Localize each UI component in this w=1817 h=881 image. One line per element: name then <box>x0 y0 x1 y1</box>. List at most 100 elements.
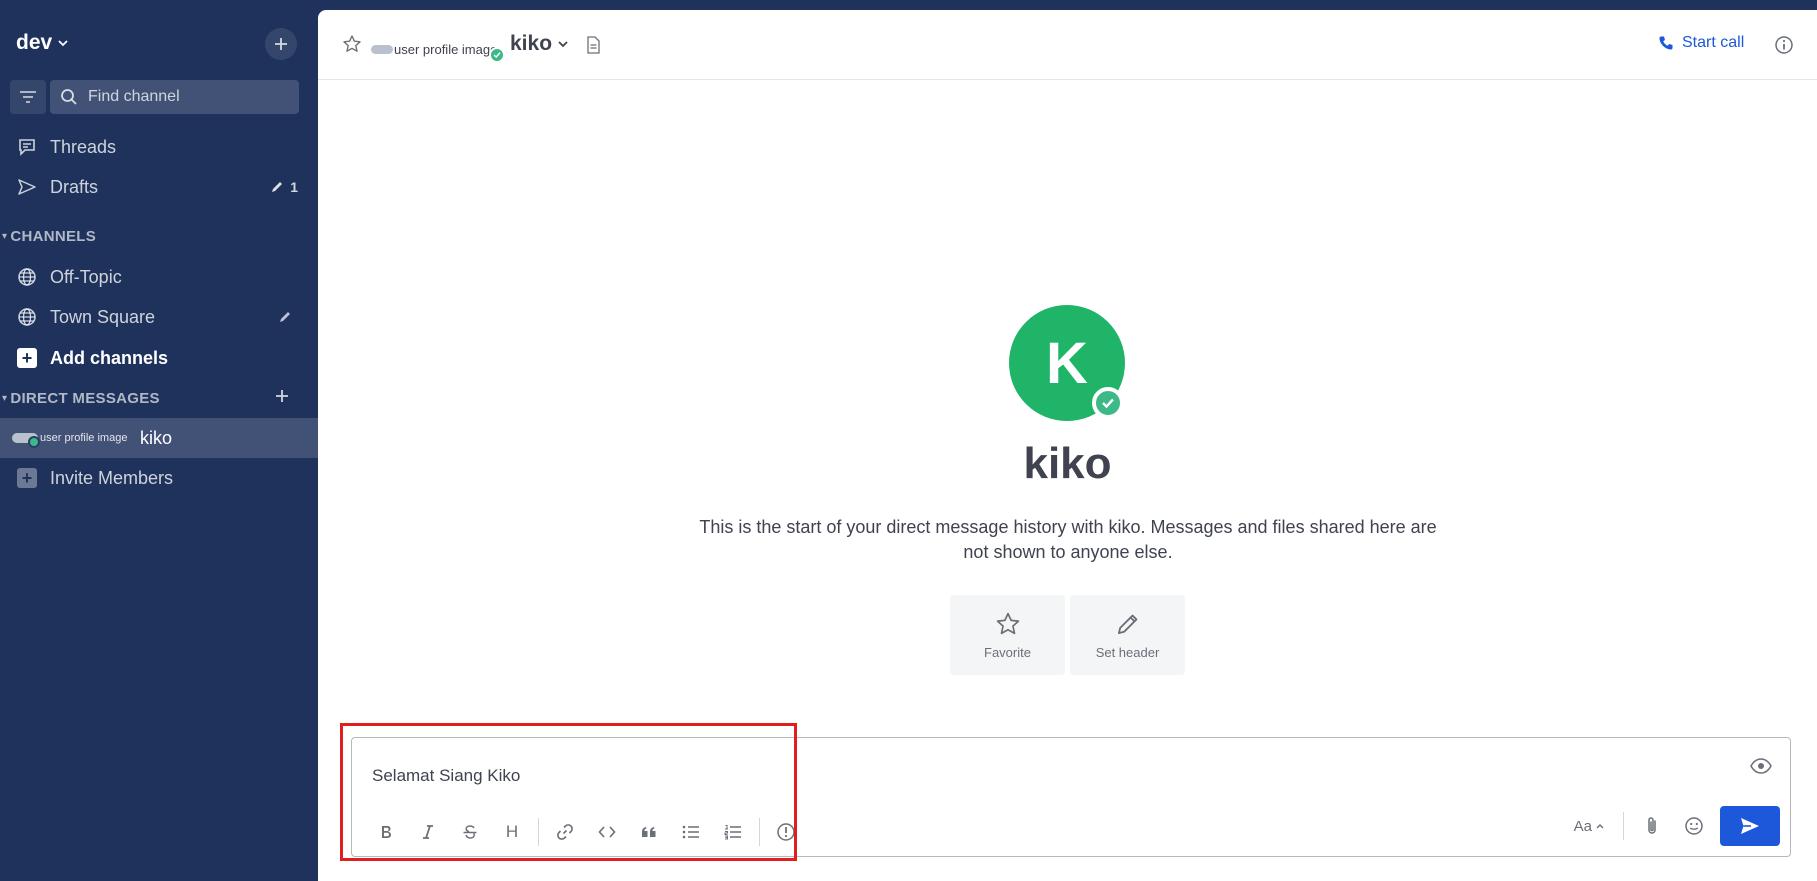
bold-icon <box>382 826 391 838</box>
message-composer[interactable]: Selamat Siang Kiko H Aa <box>351 737 1791 857</box>
sidebar-item-threads[interactable]: Threads <box>0 127 318 167</box>
alert-circle-icon <box>777 823 795 841</box>
sidebar-item-label: Threads <box>50 136 117 157</box>
create-new-button[interactable] <box>265 28 297 60</box>
code-button[interactable] <box>591 816 623 848</box>
start-call-button[interactable]: Start call <box>1658 34 1744 52</box>
bold-button[interactable] <box>370 816 402 848</box>
favorite-label: Favorite <box>984 644 1031 660</box>
avatar-image <box>371 44 393 54</box>
smiley-icon <box>1685 817 1703 835</box>
link-icon <box>557 824 573 840</box>
caret-down-icon: ▾ <box>2 392 8 404</box>
online-status-icon <box>489 47 505 63</box>
avatar-letter: K <box>1046 330 1088 396</box>
threads-icon <box>16 136 38 158</box>
pencil-icon <box>1117 614 1137 634</box>
italic-icon <box>423 825 433 839</box>
chevron-up-icon <box>1596 824 1604 829</box>
divider <box>1623 812 1624 840</box>
channel-name-button[interactable]: kiko <box>510 32 570 56</box>
team-name: dev <box>16 31 53 54</box>
channel-files-button[interactable] <box>586 36 600 59</box>
attach-file-button[interactable] <box>1636 810 1668 842</box>
globe-icon <box>16 306 38 328</box>
edit-channel-button[interactable] <box>278 310 298 324</box>
search-icon <box>61 89 77 105</box>
link-button[interactable] <box>549 816 581 848</box>
composer-tools: Aa <box>1574 806 1780 846</box>
globe-icon <box>16 266 38 288</box>
set-header-label: Set header <box>1095 644 1160 660</box>
set-header-button[interactable]: Set header <box>1070 595 1185 675</box>
sidebar-item-label: Town Square <box>50 306 156 327</box>
numbered-list-button[interactable] <box>717 816 749 848</box>
phone-icon <box>1659 36 1673 50</box>
channel-header: user profile image kiko Start call <box>318 10 1817 80</box>
quote-icon <box>642 827 656 837</box>
channels-section-title: CHANNELS <box>10 227 97 245</box>
pencil-icon <box>280 312 290 322</box>
preview-toggle-button[interactable] <box>1750 758 1772 779</box>
add-channels-label: Add channels <box>50 347 169 368</box>
strikethrough-icon <box>463 825 477 839</box>
start-call-label: Start call <box>1682 34 1745 51</box>
info-icon <box>1775 36 1793 54</box>
direct-messages-section-header[interactable]: ▾ DIRECT MESSAGES <box>0 386 318 410</box>
channels-section-header[interactable]: ▾ CHANNELS <box>0 224 318 248</box>
formatting-toggle-button[interactable]: Aa <box>1574 818 1605 835</box>
sidebar-item-label: Drafts <box>50 176 99 197</box>
divider <box>759 818 760 846</box>
plus-icon <box>276 390 288 402</box>
online-status-icon <box>1092 387 1124 419</box>
avatar-alt-text: user profile image <box>394 41 495 57</box>
plus-icon <box>275 38 287 50</box>
strikethrough-button[interactable] <box>454 816 486 848</box>
paperclip-icon <box>1648 817 1656 834</box>
filter-button[interactable] <box>10 80 46 114</box>
favorite-button[interactable]: Favorite <box>950 595 1065 675</box>
chevron-down-icon <box>558 41 568 48</box>
main-panel: user profile image kiko Start call K kik… <box>318 10 1817 881</box>
quote-button[interactable] <box>633 816 665 848</box>
find-channel-placeholder: Find channel <box>88 88 180 105</box>
invite-members-button[interactable]: + Invite Members <box>0 458 318 498</box>
message-priority-button[interactable] <box>770 816 802 848</box>
add-box-icon: + <box>16 347 38 369</box>
add-channels-button[interactable]: + Add channels <box>0 338 318 378</box>
add-box-icon: + <box>16 467 38 489</box>
formatting-toggle-label: Aa <box>1573 817 1592 835</box>
favorite-star-button[interactable] <box>342 34 362 59</box>
send-button[interactable] <box>1720 806 1780 846</box>
find-channel-button[interactable]: Find channel <box>50 80 299 114</box>
avatar-alt-text: user profile image <box>40 432 128 444</box>
channel-info-button[interactable] <box>1774 35 1794 60</box>
dm-name: kiko <box>140 427 173 448</box>
eye-icon <box>1750 758 1772 774</box>
team-menu-button[interactable]: dev <box>16 28 70 58</box>
heading-label: H <box>505 822 519 841</box>
bulleted-list-icon <box>682 825 699 839</box>
emoji-picker-button[interactable] <box>1678 810 1710 842</box>
message-input[interactable]: Selamat Siang Kiko <box>372 766 520 786</box>
drafts-count-value: 1 <box>290 179 298 195</box>
bulleted-list-button[interactable] <box>675 816 707 848</box>
divider <box>538 818 539 846</box>
file-icon <box>587 36 600 54</box>
code-icon <box>598 826 616 838</box>
star-icon <box>343 35 361 52</box>
sidebar-item-off-topic[interactable]: Off-Topic <box>0 257 318 297</box>
sidebar-item-town-square[interactable]: Town Square <box>0 297 318 337</box>
heading-button[interactable]: H <box>496 816 528 848</box>
numbered-list-icon <box>724 825 741 840</box>
header-avatar: user profile image <box>371 38 495 60</box>
star-icon <box>996 612 1019 634</box>
italic-button[interactable] <box>412 816 444 848</box>
sidebar-item-drafts[interactable]: Drafts 1 <box>0 167 318 207</box>
sidebar-item-dm-kiko[interactable]: user profile image kiko <box>0 418 318 458</box>
chevron-down-icon <box>58 40 68 47</box>
intro-name: kiko <box>1023 439 1112 488</box>
channel-name: kiko <box>510 32 553 55</box>
add-dm-button[interactable] <box>274 388 290 408</box>
direct-messages-section-title: DIRECT MESSAGES <box>10 389 160 407</box>
